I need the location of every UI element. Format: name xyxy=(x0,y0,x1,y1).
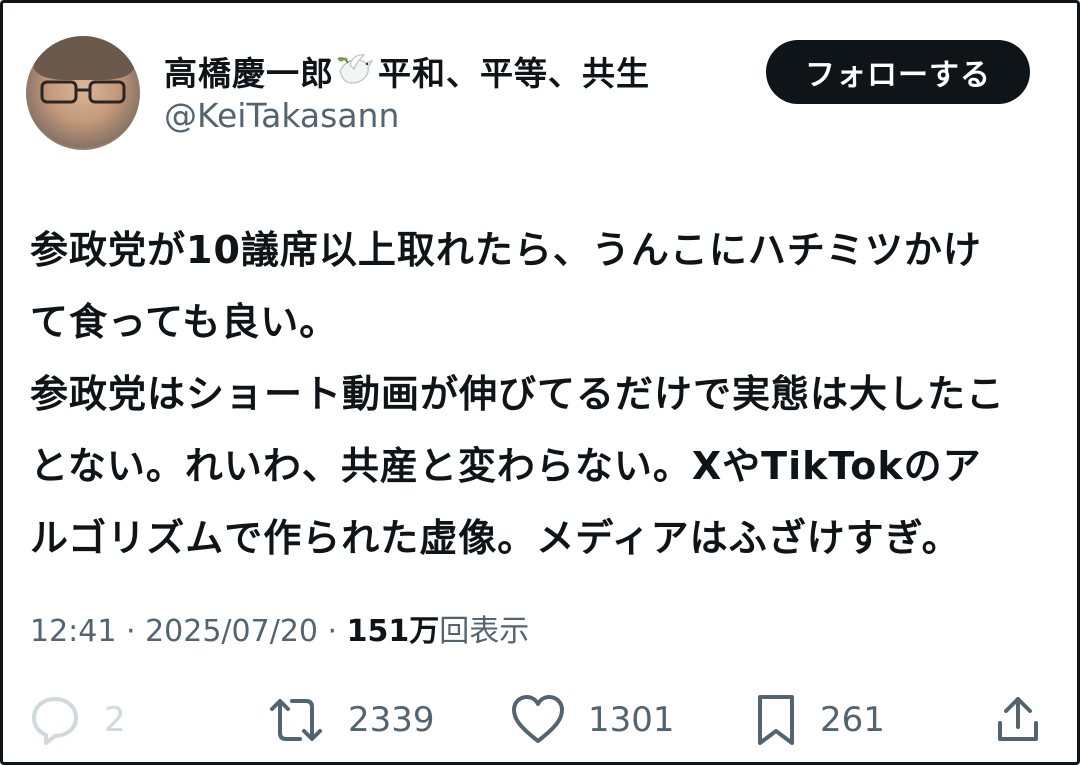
user-name-suffix: 平和、平等、共生 xyxy=(378,54,650,93)
view-count-label: 回表示 xyxy=(439,614,530,649)
user-handle[interactable]: @KeiTakasann xyxy=(164,96,399,135)
avatar-glasses xyxy=(40,80,126,104)
retweet-button[interactable]: 2339 xyxy=(266,688,435,752)
reply-button[interactable]: 2 xyxy=(28,688,126,752)
tweet-line: ルゴリズムで作られた虚像。メディアはふざけすぎ。 xyxy=(30,516,961,560)
bookmark-count: 261 xyxy=(820,700,885,740)
heart-icon xyxy=(512,695,564,743)
share-button[interactable] xyxy=(994,688,1042,752)
retweet-count: 2339 xyxy=(348,700,435,740)
avatar-hair xyxy=(34,36,134,80)
reply-count: 2 xyxy=(104,700,126,740)
retweet-icon xyxy=(270,699,322,741)
tweet-line: とない。れいわ、共産と変わらない。XやTikTokのア xyxy=(30,444,982,488)
meta-separator: · xyxy=(318,614,347,649)
follow-button[interactable]: フォローする xyxy=(766,40,1030,104)
meta-separator: · xyxy=(116,614,146,649)
bookmark-button[interactable]: 261 xyxy=(754,688,885,752)
tweet-line: 参政党はショート動画が伸びてるだけで実態は大したこ xyxy=(30,372,1006,416)
like-count: 1301 xyxy=(588,700,675,740)
action-bar: 2 2339 1301 261 xyxy=(0,688,1080,752)
bookmark-icon xyxy=(758,695,794,745)
tweet-date[interactable]: 2025/07/20 xyxy=(145,614,318,649)
tweet-text: 参政党が10議席以上取れたら、うんこにハチミツかけ て食っても良い。 参政党はシ… xyxy=(30,214,1050,574)
like-button[interactable]: 1301 xyxy=(510,688,675,752)
avatar[interactable] xyxy=(26,36,140,150)
reply-icon xyxy=(32,697,78,745)
view-count: 151万 xyxy=(346,614,440,649)
tweet-line: 参政党が10議席以上取れたら、うんこにハチミツかけ xyxy=(30,228,982,272)
user-name-row[interactable]: 高橋慶一郎 平和、平等、共生 xyxy=(164,46,650,96)
share-icon xyxy=(998,697,1038,741)
dove-icon xyxy=(336,51,376,91)
user-name[interactable]: 高橋慶一郎 xyxy=(164,47,334,95)
tweet-line: て食っても良い。 xyxy=(30,300,339,344)
tweet-time[interactable]: 12:41 xyxy=(30,614,116,649)
tweet-meta: 12:41 · 2025/07/20 · 151万回表示 xyxy=(30,606,529,650)
